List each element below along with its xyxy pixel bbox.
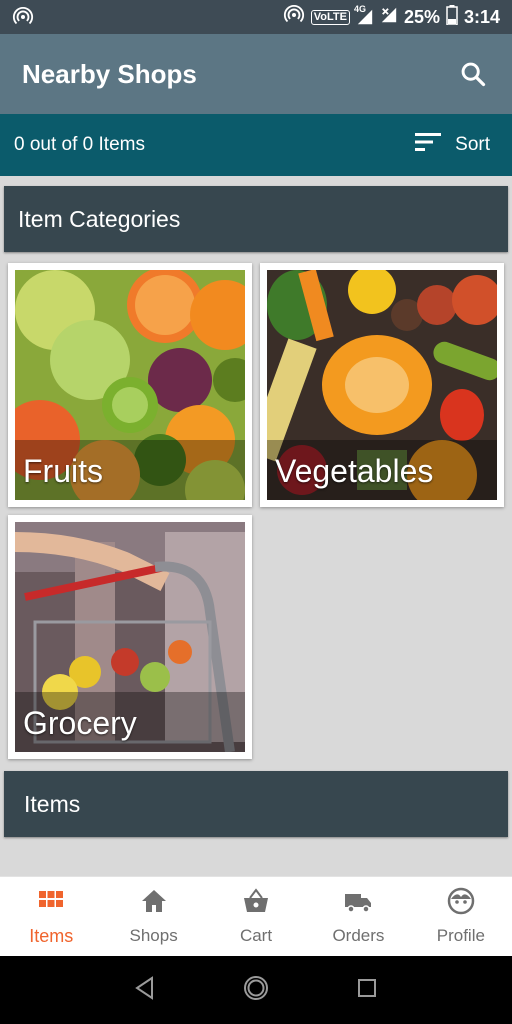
home-circle-icon[interactable] bbox=[243, 975, 269, 1006]
clock: 3:14 bbox=[463, 6, 500, 27]
hotspot-icon bbox=[283, 4, 305, 31]
section-header-categories: Item Categories bbox=[4, 186, 508, 252]
nav-label-shops: Shops bbox=[129, 926, 178, 945]
battery-icon bbox=[446, 4, 458, 30]
categories-title: Item Categories bbox=[18, 205, 181, 232]
signal-icon-2 bbox=[380, 6, 398, 29]
basket-icon bbox=[242, 887, 270, 920]
nav-item-shops[interactable]: Shops bbox=[102, 877, 204, 956]
vegetables-image: Vegetables bbox=[267, 270, 497, 500]
category-tile-vegetables[interactable]: Vegetables bbox=[260, 263, 504, 507]
search-icon[interactable] bbox=[456, 57, 490, 91]
battery-percent: 25% bbox=[403, 6, 440, 27]
status-bar: VoLTE 4G 25% 3:14 bbox=[0, 0, 512, 34]
sort-label: Sort bbox=[455, 134, 490, 155]
volte-badge: VoLTE bbox=[310, 9, 350, 25]
face-icon bbox=[447, 887, 475, 920]
category-tile-fruits[interactable]: Fruits bbox=[8, 263, 252, 507]
grocery-image: Grocery bbox=[15, 522, 245, 752]
system-nav-bar bbox=[0, 956, 512, 1024]
app-bar: Nearby Shops bbox=[0, 34, 512, 114]
category-tile-grocery[interactable]: Grocery bbox=[8, 515, 252, 759]
items-count-bar: 0 out of 0 Items Sort bbox=[0, 114, 512, 176]
signal-icon: 4G bbox=[354, 4, 374, 26]
bottom-nav: Items Shops Cart Orders Profile bbox=[0, 876, 512, 956]
fruits-image: Fruits bbox=[15, 270, 245, 500]
category-label-vegetables: Vegetables bbox=[275, 453, 434, 489]
category-label-grocery: Grocery bbox=[23, 705, 137, 741]
grid-icon bbox=[37, 887, 65, 920]
truck-icon bbox=[344, 887, 372, 920]
nav-item-profile[interactable]: Profile bbox=[410, 877, 512, 956]
item-count-label: 0 out of 0 Items bbox=[14, 134, 145, 155]
nav-label-cart: Cart bbox=[239, 926, 273, 945]
home-icon bbox=[140, 887, 168, 920]
category-label-fruits: Fruits bbox=[23, 453, 103, 489]
sort-button[interactable]: Sort bbox=[415, 131, 498, 159]
nav-label-items: Items bbox=[29, 925, 74, 946]
back-icon[interactable] bbox=[132, 975, 158, 1006]
section-header-items: Items bbox=[4, 771, 508, 837]
nav-item-cart[interactable]: Cart bbox=[205, 877, 307, 956]
nav-item-orders[interactable]: Orders bbox=[307, 877, 409, 956]
recents-icon[interactable] bbox=[354, 975, 380, 1006]
nav-label-orders: Orders bbox=[332, 926, 385, 945]
nav-item-items[interactable]: Items bbox=[0, 877, 102, 956]
net-gen-label: 4G bbox=[353, 4, 366, 14]
nav-label-profile: Profile bbox=[436, 926, 485, 945]
page-title: Nearby Shops bbox=[22, 58, 197, 89]
sort-icon bbox=[415, 131, 443, 159]
items-title: Items bbox=[24, 790, 81, 817]
hotspot-icon-left bbox=[12, 6, 34, 28]
